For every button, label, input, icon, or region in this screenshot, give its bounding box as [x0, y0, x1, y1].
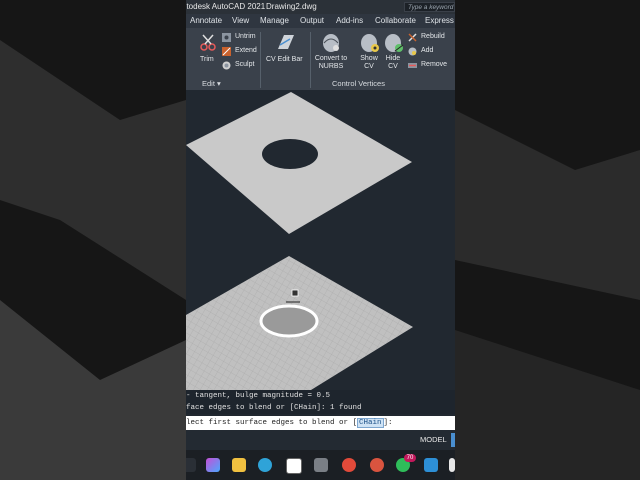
copilot-icon[interactable]: [206, 458, 220, 472]
trim-icon: [200, 34, 216, 51]
drawing-viewport[interactable]: [186, 90, 455, 390]
chevron-down-icon: ▾: [217, 79, 221, 88]
sculpt-label: Sculpt: [235, 61, 255, 68]
panel-divider: [310, 32, 311, 88]
camera-icon[interactable]: [314, 458, 328, 472]
tab-annotate[interactable]: Annotate: [190, 14, 222, 28]
rebuild-icon: [408, 33, 417, 42]
tab-express-tools[interactable]: Express T: [425, 14, 455, 28]
rebuild-label: Rebuild: [421, 33, 445, 40]
extend-icon: [222, 47, 231, 56]
model-space-toggle[interactable]: MODEL: [420, 434, 447, 446]
chain-option[interactable]: CHain: [357, 418, 384, 428]
file-name: Drawing2.dwg: [266, 2, 317, 11]
file-explorer-icon[interactable]: [232, 458, 246, 472]
panel-divider: [260, 32, 261, 88]
edit-panel-title[interactable]: Edit ▾: [202, 78, 221, 90]
remove-icon: [408, 63, 417, 68]
show-label-line1: Show: [360, 55, 378, 62]
command-prompt-text: lect first surface edges to blend or [: [186, 419, 358, 427]
background-left-svg: [0, 0, 186, 480]
model-space-svg[interactable]: [186, 90, 455, 390]
convert-to-nurbs-icon: [323, 34, 339, 52]
title-bar: utodesk AutoCAD 2021 Drawing2.dwg Type a…: [186, 0, 455, 14]
search-input[interactable]: Type a keyword: [404, 2, 455, 12]
show-cv-label: Show CV: [356, 55, 382, 71]
command-prompt-end: ]:: [383, 419, 393, 427]
remove-label: Remove: [421, 61, 448, 68]
edit-panel-label: Edit: [202, 79, 215, 88]
command-history-line-2: face edges to blend or [CHain]: 1 found: [186, 402, 455, 414]
upper-surface-hole: [262, 139, 318, 169]
hide-label-line2: CV: [388, 63, 398, 70]
app-icon-partial[interactable]: [449, 458, 455, 472]
edge-icon[interactable]: [258, 458, 272, 472]
show-label-line2: CV: [364, 63, 374, 70]
app-title: utodesk AutoCAD 2021: [186, 2, 266, 11]
untrim-icon: [222, 33, 231, 42]
hide-cv-label: Hide CV: [380, 55, 406, 71]
add-icon: [408, 47, 417, 56]
convert-label-line1: Convert to: [314, 55, 348, 62]
trim-label: Trim: [200, 56, 214, 63]
control-vertices-panel-title: Control Vertices: [332, 79, 385, 88]
command-history-line-1: - tangent, bulge magnitude = 0.5: [186, 390, 455, 402]
tab-view[interactable]: View: [232, 14, 249, 28]
background-left-blur: [0, 0, 186, 480]
task-view-icon[interactable]: [186, 458, 196, 472]
background-right-blur: [455, 0, 640, 480]
cv-edit-bar-label: CV Edit Bar: [266, 56, 303, 63]
command-line-input[interactable]: lect first surface edges to blend or [CH…: [186, 416, 455, 430]
tab-output[interactable]: Output: [300, 14, 324, 28]
tab-collaborate[interactable]: Collaborate: [375, 14, 416, 28]
background-right-svg: [455, 0, 640, 480]
status-bar: MODEL: [186, 430, 455, 450]
hide-label-line1: Hide: [385, 55, 401, 62]
store-icon[interactable]: [286, 458, 302, 474]
sculpt-icon: [222, 61, 231, 70]
untrim-label: Untrim: [235, 33, 256, 40]
taskbar: 70: [186, 450, 455, 480]
chrome-profile-icon[interactable]: [370, 458, 384, 472]
convert-to-nurbs-label: Convert to NURBS: [312, 55, 350, 71]
convert-label-line2: NURBS: [318, 63, 344, 70]
photos-icon[interactable]: [424, 458, 438, 472]
ribbon: Trim Untrim Extend Sculpt Edit ▾ CV Edit…: [186, 28, 455, 90]
autocad-window: utodesk AutoCAD 2021 Drawing2.dwg Type a…: [186, 0, 455, 480]
tab-manage[interactable]: Manage: [260, 14, 289, 28]
grid-toggle[interactable]: [451, 433, 455, 447]
notification-badge: 70: [404, 454, 416, 462]
add-label: Add: [421, 47, 434, 54]
hide-cv-icon: [385, 34, 404, 52]
chrome-icon[interactable]: [342, 458, 356, 472]
show-cv-icon: [361, 34, 379, 52]
ribbon-tabs: Annotate View Manage Output Add-ins Coll…: [186, 14, 455, 28]
cv-edit-bar-icon: [278, 35, 294, 49]
tab-add-ins[interactable]: Add-ins: [336, 14, 363, 28]
extend-label: Extend: [235, 47, 257, 54]
